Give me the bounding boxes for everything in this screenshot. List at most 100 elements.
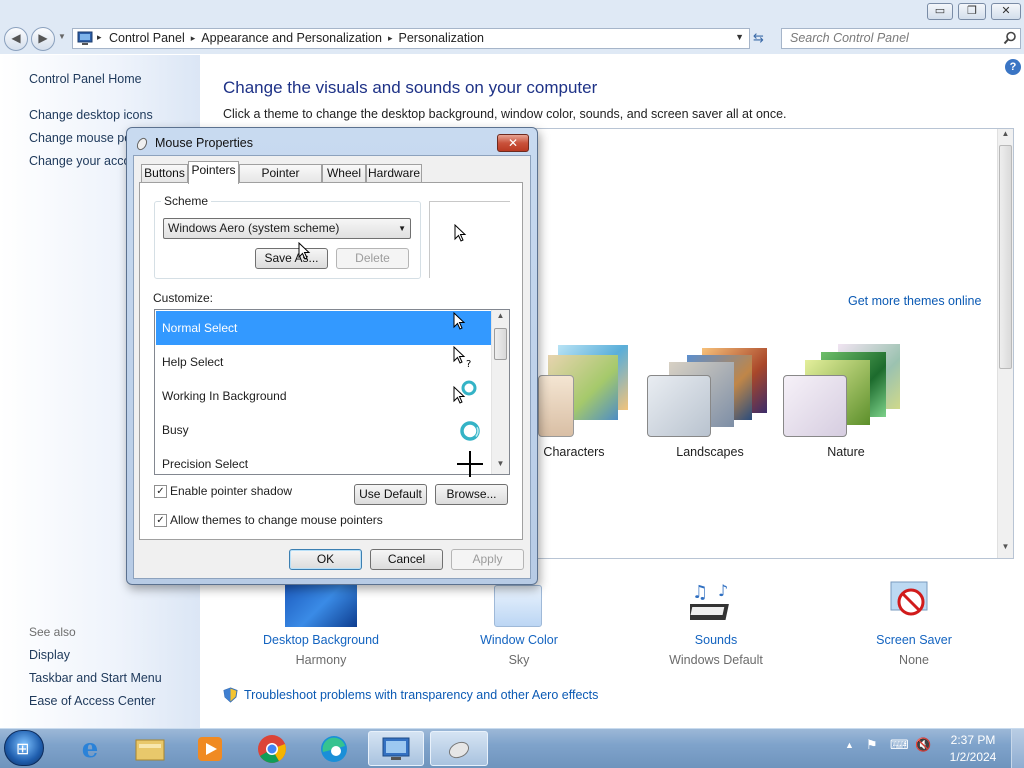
- back-button[interactable]: ◀: [4, 27, 28, 51]
- scheme-selected-value: Windows Aero (system scheme): [168, 221, 340, 235]
- search-icon[interactable]: [1003, 31, 1017, 45]
- scheme-dropdown[interactable]: Windows Aero (system scheme) ▼: [163, 218, 411, 239]
- restore-button[interactable]: ❐: [958, 3, 986, 20]
- cancel-button[interactable]: Cancel: [370, 549, 443, 570]
- enable-pointer-shadow-checkbox[interactable]: ✓: [154, 485, 167, 498]
- window-color-icon[interactable]: [494, 585, 542, 627]
- list-item-working-in-background[interactable]: Working In Background: [156, 379, 492, 413]
- scroll-up-icon[interactable]: ▲: [998, 129, 1013, 143]
- taskbar-mouse-properties[interactable]: [430, 731, 488, 766]
- save-as-button[interactable]: Save As...: [255, 248, 328, 269]
- use-default-button[interactable]: Use Default: [354, 484, 427, 505]
- sidebar-item-desktop-icons[interactable]: Change desktop icons: [29, 108, 153, 122]
- delete-button[interactable]: Delete: [336, 248, 409, 269]
- dialog-close-button[interactable]: ✕: [497, 134, 529, 152]
- sidebar-item-taskbar[interactable]: Taskbar and Start Menu: [29, 671, 162, 685]
- tab-pointer-options[interactable]: Pointer Options: [239, 164, 322, 197]
- desktop-background-icon[interactable]: [285, 585, 357, 627]
- show-hidden-icons[interactable]: ▲: [845, 740, 854, 750]
- theme-nature[interactable]: [783, 340, 908, 440]
- get-more-themes-link[interactable]: Get more themes online: [848, 294, 981, 308]
- taskbar-chrome[interactable]: [244, 731, 300, 766]
- screen-saver-icon[interactable]: [887, 580, 937, 626]
- window-color-link[interactable]: Window Color: [444, 633, 594, 647]
- breadcrumb-personalization[interactable]: Personalization: [399, 31, 484, 46]
- refresh-icon[interactable]: ⇆: [753, 30, 764, 46]
- customize-label: Customize:: [153, 291, 214, 305]
- breadcrumb: Control Panel ▸ Appearance and Personali…: [109, 31, 484, 46]
- normal-select-cursor-icon: [454, 224, 467, 242]
- help-icon[interactable]: ?: [1005, 59, 1021, 75]
- row-label: Working In Background: [162, 389, 287, 403]
- desktop-background-link[interactable]: Desktop Background: [246, 633, 396, 647]
- recent-pages-icon[interactable]: ▼: [58, 32, 66, 41]
- list-item-normal-select[interactable]: Normal Select: [156, 311, 492, 345]
- theme-landscapes[interactable]: [647, 340, 772, 440]
- tab-buttons[interactable]: Buttons: [141, 164, 188, 183]
- sidebar-item-mouse-pointers[interactable]: Change mouse po: [29, 131, 131, 145]
- theme-label-nature: Nature: [827, 445, 865, 459]
- cursor-list-scrollbar[interactable]: ▲ ▼: [491, 310, 509, 474]
- network-icon[interactable]: ⌨: [890, 737, 909, 753]
- clock-date[interactable]: 1/2/2024: [947, 750, 999, 764]
- theme-characters[interactable]: [538, 340, 634, 440]
- normal-select-cursor-icon: [453, 312, 466, 330]
- sidebar-item-control-panel-home[interactable]: Control Panel Home: [29, 72, 142, 86]
- scroll-down-icon[interactable]: ▼: [998, 542, 1013, 556]
- taskbar-internet-explorer[interactable]: e: [62, 731, 118, 766]
- taskbar-file-explorer[interactable]: [122, 731, 178, 766]
- address-dropdown-icon[interactable]: ▼: [735, 32, 744, 42]
- enable-pointer-shadow-label[interactable]: Enable pointer shadow: [170, 484, 292, 498]
- show-desktop-button[interactable]: [1011, 729, 1024, 768]
- svg-text:?: ?: [466, 359, 471, 368]
- action-center-flag-icon[interactable]: ⚑: [866, 737, 878, 753]
- sidebar-item-account-picture[interactable]: Change your acco: [29, 154, 130, 168]
- breadcrumb-appearance[interactable]: Appearance and Personalization: [201, 31, 382, 46]
- allow-themes-label[interactable]: Allow themes to change mouse pointers: [170, 513, 383, 527]
- address-bar[interactable]: ▸ Control Panel ▸ Appearance and Persona…: [72, 28, 750, 49]
- sounds-link[interactable]: Sounds: [641, 633, 791, 647]
- row-label: Precision Select: [162, 457, 249, 471]
- taskbar-media-player[interactable]: [182, 731, 238, 766]
- sidebar-item-display[interactable]: Display: [29, 648, 70, 662]
- scroll-down-icon[interactable]: ▼: [492, 459, 509, 473]
- internet-explorer-icon: e: [81, 733, 99, 764]
- close-icon: ✕: [507, 136, 519, 150]
- scroll-thumb[interactable]: [494, 328, 507, 360]
- sidebar-item-ease-of-access[interactable]: Ease of Access Center: [29, 694, 155, 708]
- allow-themes-checkbox[interactable]: ✓: [154, 514, 167, 527]
- windows-logo-icon: ⊞: [16, 741, 30, 758]
- list-item-busy[interactable]: Busy: [156, 413, 492, 447]
- list-item-help-select[interactable]: Help Select: [156, 345, 492, 379]
- breadcrumb-control-panel[interactable]: Control Panel: [109, 31, 185, 46]
- minimize-button[interactable]: ▭: [927, 3, 953, 20]
- screen-saver-link[interactable]: Screen Saver: [839, 633, 989, 647]
- mouse-pointer-icon: [298, 242, 311, 260]
- clock-time[interactable]: 2:37 PM: [947, 733, 999, 747]
- scroll-thumb[interactable]: [999, 145, 1012, 369]
- row-label: Normal Select: [162, 321, 238, 335]
- taskbar-edge[interactable]: [306, 731, 362, 766]
- theme-scrollbar[interactable]: ▲ ▼: [997, 129, 1013, 558]
- start-button[interactable]: ⊞: [4, 730, 44, 766]
- tab-pointers[interactable]: Pointers: [188, 161, 239, 184]
- tab-hardware[interactable]: Hardware: [366, 164, 422, 183]
- troubleshoot-link[interactable]: Troubleshoot problems with transparency …: [244, 688, 598, 702]
- list-item-precision-select[interactable]: Precision Select: [156, 447, 492, 474]
- breadcrumb-separator[interactable]: ▸: [388, 31, 393, 46]
- scroll-up-icon[interactable]: ▲: [492, 311, 509, 325]
- search-input[interactable]: Search Control Panel: [781, 28, 1021, 49]
- volume-muted-icon[interactable]: 🔇: [915, 737, 931, 753]
- tab-wheel[interactable]: Wheel: [322, 164, 366, 183]
- ok-button[interactable]: OK: [289, 549, 362, 570]
- close-button[interactable]: ✕: [991, 3, 1021, 20]
- breadcrumb-separator[interactable]: ▸: [191, 31, 196, 46]
- taskbar-control-panel[interactable]: [368, 731, 424, 766]
- apply-button[interactable]: Apply: [451, 549, 524, 570]
- forward-button[interactable]: ▶: [31, 27, 55, 51]
- desktop-background-value: Harmony: [295, 653, 347, 667]
- control-panel-icon: [382, 737, 410, 760]
- browse-button[interactable]: Browse...: [435, 484, 508, 505]
- help-select-cursor-icon: ?: [453, 346, 471, 368]
- sounds-icon[interactable]: ♫ ♪: [690, 580, 740, 626]
